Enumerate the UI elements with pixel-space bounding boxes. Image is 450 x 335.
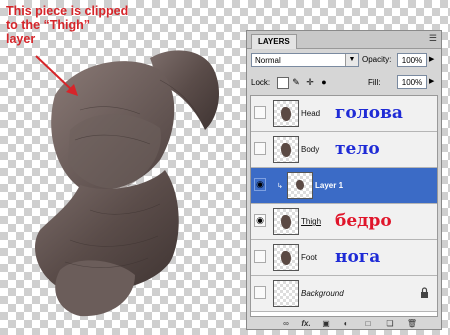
fx-icon[interactable]: fx. [300,319,312,328]
adjustment-layer-icon[interactable]: ◐ [340,319,352,328]
layer-thumbnail [273,136,299,163]
thumbnail-content [281,251,291,265]
russian-label: тело [335,139,380,159]
annotation-arrow [35,55,78,96]
layers-panel: LAYERS ☰ Normal ▼ Opacity: 100% ▶ Lock: … [246,30,442,330]
clipped-piece [68,113,161,189]
annotation-line: layer [6,32,36,46]
layer-name: Foot [301,253,318,262]
layer-row-layer-1[interactable]: ◉ ↳ Layer 1 [251,168,437,204]
visibility-toggle[interactable] [254,106,266,119]
foot-pad [55,260,135,317]
lock-image-icon[interactable]: ✎ [291,77,301,87]
layer-name: Body [301,145,320,154]
thumbnail-content [281,107,291,121]
layer-row-thigh[interactable]: ◉ Thigh бедро [251,204,437,240]
layer-thumbnail [273,244,299,271]
layer-name: Background [301,289,344,298]
layer-name: Thigh [301,217,322,226]
layer-name: Layer 1 [315,181,344,190]
layers-list: Head голова Body тело ◉ ↳ Layer 1 ◉ Thig… [250,95,438,317]
lock-transparent-icon[interactable] [277,77,289,89]
eye-icon[interactable]: ◉ [254,178,266,191]
layer-thumbnail [273,208,299,235]
fill-slider-icon[interactable]: ▶ [429,77,434,85]
layer-row-foot[interactable]: Foot нога [251,240,437,276]
annotation-line: to the “Thigh” [6,18,91,32]
eye-icon[interactable]: ◉ [254,214,266,227]
visibility-toggle[interactable] [254,250,266,263]
blend-opacity-row: Normal ▼ Opacity: 100% ▶ [251,53,437,69]
clipping-arrow-icon: ↳ [277,183,283,190]
layer-thumbnail [287,172,313,199]
trash-icon[interactable]: 🗑 [406,319,418,328]
lock-label: Lock: [251,78,271,87]
lock-icon [421,287,428,298]
panel-bottom-bar: ∞ fx. ▣ ◐ □ ❏ 🗑 [250,319,438,329]
layers-tab[interactable]: LAYERS [251,34,297,49]
lock-fill-row: Lock: ✎ ✛ ● Fill: 100% ▶ [251,75,437,91]
thumbnail-content [281,143,291,157]
opacity-label: Opacity: [362,55,392,64]
lock-position-icon[interactable]: ✛ [305,77,315,87]
layer-row-body[interactable]: Body тело [251,132,437,168]
blend-mode-select[interactable]: Normal ▼ [251,53,359,67]
visibility-toggle[interactable] [254,286,266,299]
blend-mode-value: Normal [255,56,281,65]
chevron-down-icon: ▼ [345,54,358,66]
visibility-toggle[interactable] [254,142,266,155]
russian-label: голова [335,103,403,123]
layer-thumbnail [273,280,299,307]
link-layers-icon[interactable]: ∞ [280,319,292,328]
thumbnail-content [281,215,291,229]
opacity-slider-icon[interactable]: ▶ [429,55,434,63]
add-mask-icon[interactable]: ▣ [320,319,332,328]
lock-all-icon[interactable]: ● [319,77,329,87]
new-layer-icon[interactable]: ❏ [384,319,396,328]
panel-tabbar: LAYERS ☰ [247,31,441,49]
layer-name: Head [301,109,321,118]
annotation-text: This piece is clipped to the “Thigh” lay… [6,4,136,46]
thumbnail-content [296,180,304,190]
russian-label: нога [335,247,381,267]
russian-label: бедро [335,211,392,231]
opacity-input[interactable]: 100% [397,53,427,67]
panel-menu-icon[interactable]: ☰ [429,33,437,44]
layer-row-background[interactable]: Background [251,276,437,312]
new-group-icon[interactable]: □ [362,319,374,328]
fill-input[interactable]: 100% [397,75,427,89]
fill-label: Fill: [368,78,381,87]
layer-thumbnail [273,100,299,127]
layer-row-head[interactable]: Head голова [251,96,437,132]
annotation-line: This piece is clipped [6,4,129,18]
